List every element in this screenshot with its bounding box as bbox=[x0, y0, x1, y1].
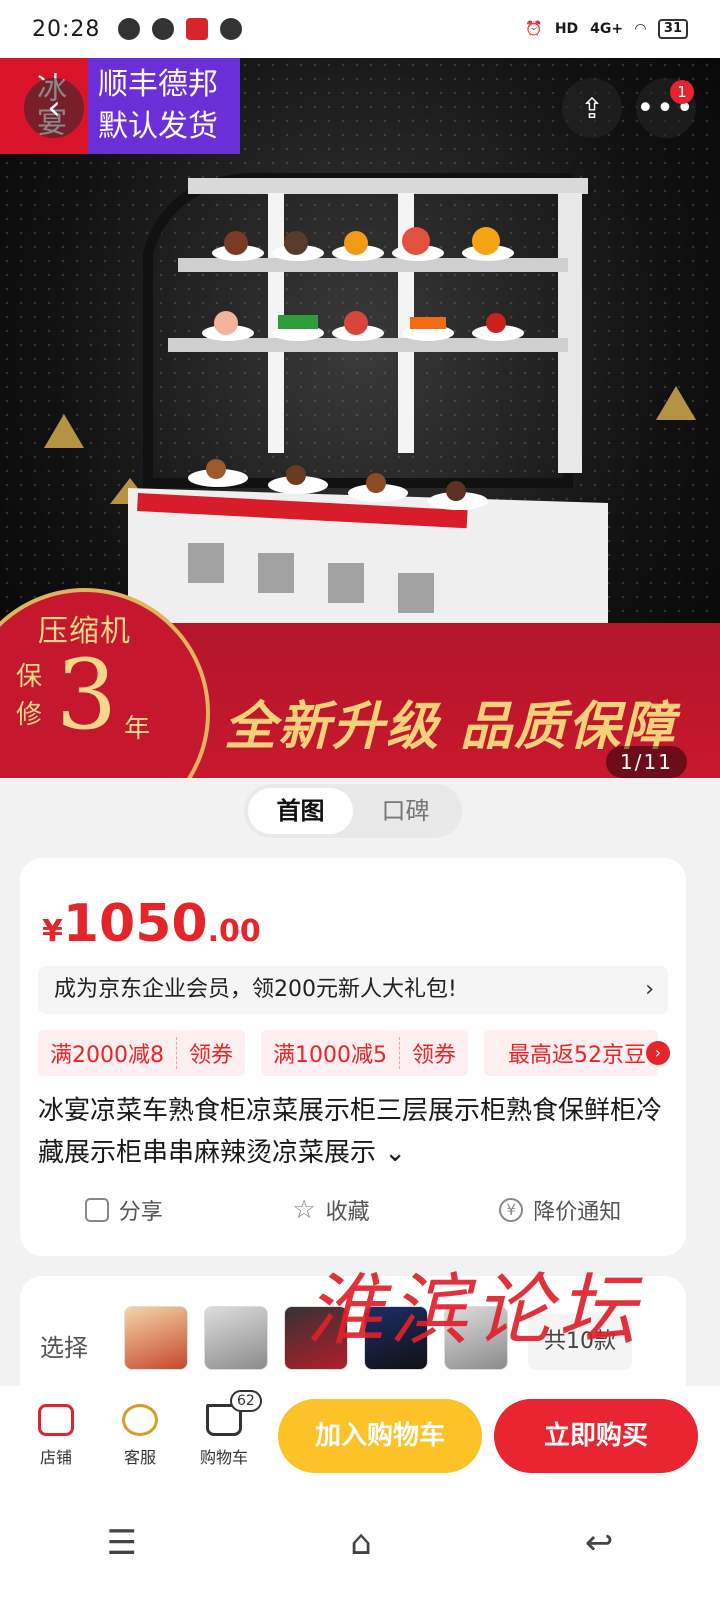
product-hero-image[interactable]: 压缩机 保修 3 年 全新升级 品质保障 1/11 冰宴 顺丰德邦默认发货 ‹ … bbox=[0, 58, 720, 778]
select-label: 选择 bbox=[40, 1334, 88, 1362]
status-bar: 20:28 ⏰ HD 4G+ ◠ 31 bbox=[0, 0, 720, 58]
chevron-left-icon: ‹ bbox=[47, 88, 61, 128]
hd-label: HD bbox=[554, 21, 579, 37]
coupon-list: 满2000减8 领券 满1000减5 领券 最高返52京豆 bbox=[38, 1030, 668, 1076]
image-tab-switch: 首图 口碑 bbox=[244, 784, 462, 838]
tab-main-image[interactable]: 首图 bbox=[248, 788, 353, 834]
share-button[interactable]: ⇪ bbox=[562, 78, 622, 138]
alarm-icon: ⏰ bbox=[525, 21, 543, 37]
gold-triangle-decoration bbox=[44, 414, 84, 448]
coupon-get-button[interactable]: 领券 bbox=[176, 1037, 245, 1069]
star-icon: ☆ bbox=[292, 1195, 316, 1225]
shop-icon bbox=[38, 1404, 74, 1436]
status-right: ⏰ HD 4G+ ◠ 31 bbox=[525, 19, 688, 39]
hero-slogan: 全新升级 品质保障 bbox=[224, 697, 677, 757]
favorite-label: 收藏 bbox=[325, 1200, 370, 1225]
coupon-amount: 最高返52京豆 bbox=[508, 1043, 647, 1068]
share-label: 分享 bbox=[118, 1200, 163, 1225]
product-actions: 分享 ☆ 收藏 ¥ 降价通知 bbox=[20, 1194, 686, 1226]
customer-service-label: 客服 bbox=[123, 1448, 156, 1467]
member-promo-text: 成为京东企业会员，领200元新人大礼包! bbox=[54, 977, 457, 1002]
image-counter: 1/11 bbox=[606, 746, 687, 778]
back-button[interactable]: ‹ bbox=[24, 78, 84, 138]
coupon-item[interactable]: 满2000减8 领券 bbox=[38, 1030, 246, 1076]
price-decimal: .00 bbox=[207, 914, 261, 949]
network-label: 4G+ bbox=[590, 21, 624, 37]
more-badge: 1 bbox=[670, 80, 694, 104]
variant-thumbnail[interactable] bbox=[204, 1306, 268, 1370]
member-promo-bar[interactable]: 成为京东企业会员，领200元新人大礼包! › bbox=[38, 966, 668, 1014]
warranty-number: 3 bbox=[56, 639, 118, 751]
system-navigation-bar: ☰ ⌂ ↩ bbox=[0, 1486, 720, 1600]
recent-apps-icon[interactable]: ☰ bbox=[107, 1523, 137, 1563]
product-title[interactable]: 冰宴凉菜车熟食柜凉菜展示柜三层展示柜熟食保鲜柜冷藏展示柜串串麻辣烫凉菜展示 ⌄ bbox=[38, 1090, 678, 1174]
wifi-icon: ◠ bbox=[635, 21, 646, 37]
price: ¥1050.00 bbox=[42, 894, 261, 954]
notification-icons bbox=[118, 18, 243, 40]
forum-watermark: 淮滨论坛 bbox=[306, 1266, 643, 1356]
tab-reviews[interactable]: 口碑 bbox=[353, 788, 458, 834]
coupon-amount: 满2000减8 bbox=[50, 1043, 164, 1068]
share-icon bbox=[84, 1198, 109, 1222]
price-alert-icon: ¥ bbox=[499, 1198, 524, 1222]
customer-service-icon bbox=[122, 1404, 158, 1436]
price-currency: ¥ bbox=[42, 914, 63, 949]
shipping-label: 顺丰德邦默认发货 bbox=[88, 58, 240, 154]
shop-label: 店铺 bbox=[39, 1448, 72, 1467]
status-time: 20:28 bbox=[32, 16, 101, 42]
price-integer: 1050 bbox=[62, 894, 208, 954]
price-alert-action[interactable]: ¥ 降价通知 bbox=[499, 1194, 621, 1226]
shop-button[interactable]: 店铺 bbox=[14, 1404, 98, 1468]
chevron-right-icon: › bbox=[645, 977, 654, 1002]
music-notification-icon bbox=[118, 18, 141, 40]
back-icon[interactable]: ↩ bbox=[585, 1523, 614, 1563]
customer-service-button[interactable]: 客服 bbox=[98, 1404, 182, 1468]
gold-triangle-decoration bbox=[656, 386, 696, 420]
cart-count-badge: 62 bbox=[230, 1390, 262, 1412]
add-to-cart-button[interactable]: 加入购物车 bbox=[278, 1399, 482, 1473]
coupon-amount: 满1000减5 bbox=[273, 1043, 388, 1068]
coupon-more-icon[interactable]: › bbox=[646, 1041, 670, 1065]
battery-icon: 31 bbox=[657, 19, 688, 39]
share-action[interactable]: 分享 bbox=[84, 1194, 163, 1226]
cart-label: 购物车 bbox=[199, 1448, 248, 1467]
home-icon[interactable]: ⌂ bbox=[350, 1523, 372, 1563]
coupon-get-button[interactable]: 领券 bbox=[399, 1037, 468, 1069]
warranty-unit: 年 bbox=[124, 714, 151, 744]
store-app-icon bbox=[186, 18, 209, 40]
app-notification-icon bbox=[152, 18, 175, 40]
share-icon: ⇪ bbox=[580, 91, 604, 125]
coupon-item[interactable]: 最高返52京豆 bbox=[484, 1030, 659, 1076]
buy-now-button[interactable]: 立即购买 bbox=[494, 1399, 698, 1473]
warranty-side-text: 保修 bbox=[16, 662, 43, 730]
favorite-action[interactable]: ☆ 收藏 bbox=[292, 1194, 369, 1226]
cart-button[interactable]: 62 购物车 bbox=[182, 1390, 266, 1468]
coupon-item[interactable]: 满1000减5 领券 bbox=[261, 1030, 469, 1076]
price-alert-label: 降价通知 bbox=[533, 1200, 622, 1225]
message-notification-icon bbox=[220, 18, 243, 40]
variant-thumbnail[interactable] bbox=[124, 1306, 188, 1370]
bottom-action-bar: 店铺 客服 62 购物车 加入购物车 立即购买 bbox=[0, 1386, 720, 1486]
price-card: ¥1050.00 成为京东企业会员，领200元新人大礼包! › 满2000减8 … bbox=[20, 858, 686, 1256]
